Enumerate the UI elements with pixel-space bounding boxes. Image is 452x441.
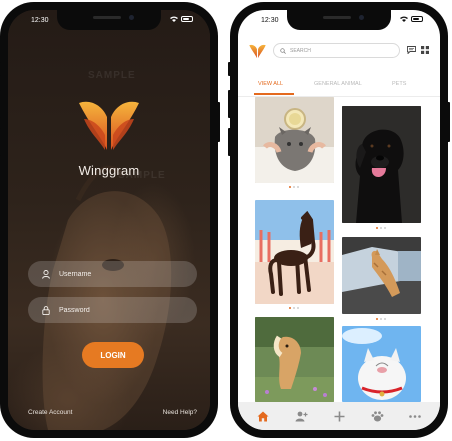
plus-icon[interactable] [329,406,349,426]
search-icon [280,47,286,54]
tab-pets[interactable]: PETS [392,81,406,87]
tab-view-all[interactable]: VIEW ALL [258,81,283,87]
status-time: 12:30 [261,17,279,24]
wing-logo-icon[interactable] [249,43,266,59]
feed-screen: 12:30 SEARCH VIEW ALL GENERAL ANIMAL PET… [238,10,440,430]
battery-icon [411,16,423,22]
chat-icon[interactable] [406,45,416,55]
tab-general-animal[interactable]: GENERAL ANIMAL [314,81,362,87]
carousel-dots [376,318,386,320]
carousel-dots [289,186,299,188]
silent-switch [0,62,1,76]
search-bar[interactable] [273,43,400,58]
status-bar: 12:30 [238,10,440,30]
watermark-text: SAMPLE [88,70,136,81]
password-input[interactable] [59,306,169,314]
black-labrador-photo [342,106,421,223]
power-button [447,102,450,142]
password-field[interactable] [28,297,197,323]
category-tabs: VIEW ALL GENERAL ANIMAL PETS [238,76,440,97]
bottom-nav-bar [238,402,440,430]
silent-switch [228,62,231,76]
home-icon[interactable] [253,406,273,426]
search-input[interactable] [290,47,390,54]
wing-logo-icon [79,101,139,150]
brand-name: Winggram [78,163,140,178]
wifi-icon [400,16,408,22]
post-card[interactable] [342,106,421,223]
cat-in-car-window-photo [342,237,421,314]
login-phone-frame: 12:30 SAMPLE SAMPLE Winggram Username LO… [0,2,220,438]
post-card[interactable] [342,237,421,314]
volume-up-button [228,90,231,118]
feed-phone-frame: 12:30 SEARCH VIEW ALL GENERAL ANIMAL PET… [228,2,450,438]
wifi-icon [170,16,178,22]
battery-icon [181,16,193,22]
post-card[interactable] [255,200,334,304]
post-card[interactable] [342,326,421,402]
volume-up-button [0,90,1,118]
volume-down-button [228,128,231,156]
active-tab-indicator [254,93,294,95]
login-button[interactable]: LOGIN [82,342,144,368]
need-help-link[interactable]: Need Help? [163,409,197,416]
grid-icon[interactable] [420,45,430,55]
white-cat-photo [342,326,421,402]
status-bar: 12:30 [8,10,210,30]
volume-down-button [0,128,1,156]
login-screen: 12:30 SAMPLE SAMPLE Winggram Username LO… [8,10,210,430]
more-icon[interactable] [405,406,425,426]
power-button [217,102,220,142]
carousel-dots [376,227,386,229]
cat-with-cup-photo [255,97,334,183]
username-field[interactable] [28,261,197,287]
carousel-dots [289,307,299,309]
pony-in-field-photo [255,317,334,402]
post-card[interactable] [255,317,334,402]
paw-icon[interactable] [367,406,387,426]
post-card[interactable] [255,97,334,183]
user-icon [39,269,53,279]
brown-horse-photo [255,200,334,304]
create-account-link[interactable]: Create Account [28,409,72,416]
status-time: 12:30 [31,17,49,24]
username-input[interactable] [59,270,169,278]
lock-icon [39,305,53,315]
add-user-icon[interactable] [291,406,311,426]
